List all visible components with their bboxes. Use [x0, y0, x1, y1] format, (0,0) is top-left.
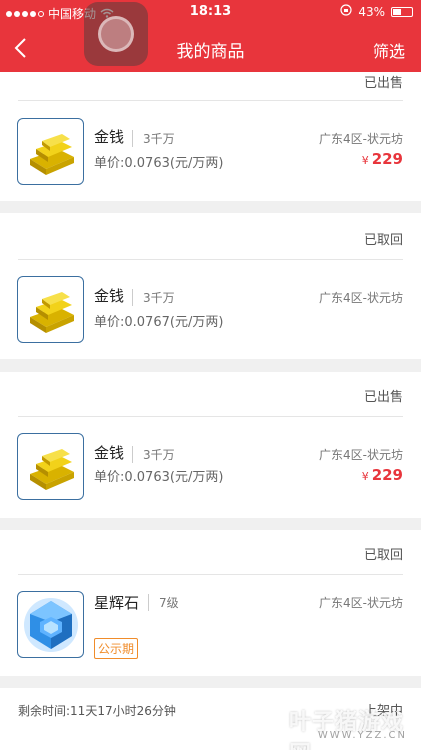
price: ¥229 — [362, 466, 403, 484]
currency-symbol: ¥ — [361, 470, 369, 483]
price-value: 229 — [371, 466, 403, 484]
server-label: 广东4区-状元坊 — [319, 448, 403, 462]
item-name: 金钱 — [94, 287, 125, 305]
watermark-text: 叶子猪游戏网 — [289, 710, 405, 750]
remaining-time: 剩余时间:11天17小时26分钟 — [18, 704, 176, 718]
server-label: 广东4区-状元坊 — [319, 132, 403, 146]
item-status: 已取回 — [363, 548, 403, 563]
divider — [18, 259, 403, 260]
battery-icon — [391, 6, 413, 17]
product-card[interactable]: 已出售 金钱 3千万 单价:0.0763(元/万两) 广东4区-状元坊 ¥229 — [0, 72, 421, 201]
star-gem-icon — [17, 591, 84, 658]
currency-symbol: ¥ — [361, 154, 369, 167]
product-card[interactable]: 已取回 金钱 3千万 单价:0.0767(元/万两) 广东4区-状元坊 — [0, 213, 421, 359]
item-status: 已出售 — [363, 76, 403, 91]
gold-ingot-icon — [17, 118, 84, 185]
gold-ingot-icon — [17, 433, 84, 500]
nav-bar: 我的商品 筛选 — [0, 24, 421, 72]
unit-price: 单价:0.0763(元/万两) — [94, 156, 224, 171]
divider — [18, 100, 403, 101]
product-card[interactable]: 已取回 星辉石 7级 广东4区-状元坊 公示期 — [0, 530, 421, 676]
unit-price: 单价:0.0763(元/万两) — [94, 470, 224, 485]
divider — [18, 416, 403, 417]
watermark-logo: 叶子猪游戏网 WWW.YZZ.CN — [289, 696, 417, 750]
unit-price: 单价:0.0767(元/万两) — [94, 315, 224, 330]
rotation-lock-icon — [340, 4, 352, 19]
item-status: 已出售 — [363, 390, 403, 405]
item-name: 星辉石 — [94, 594, 140, 612]
status-bar: 中国移动 18:13 43% — [0, 0, 421, 24]
gold-ingot-icon — [17, 276, 84, 343]
price-value: 229 — [371, 150, 403, 168]
product-card[interactable]: 已出售 金钱 3千万 单价:0.0763(元/万两) 广东4区-状元坊 ¥229 — [0, 372, 421, 518]
item-name: 金钱 — [94, 444, 125, 462]
filter-button[interactable]: 筛选 — [373, 38, 405, 62]
item-quantity: 3千万 — [132, 289, 175, 306]
item-name: 金钱 — [94, 128, 125, 146]
item-quantity: 7级 — [148, 594, 179, 611]
item-quantity: 3千万 — [132, 446, 175, 463]
server-label: 广东4区-状元坊 — [319, 291, 403, 305]
divider — [18, 574, 403, 575]
item-quantity: 3千万 — [132, 130, 175, 147]
price: ¥229 — [362, 150, 403, 168]
battery-percent: 43% — [358, 4, 385, 19]
item-status: 已取回 — [363, 233, 403, 248]
page-title: 我的商品 — [176, 42, 245, 62]
assistive-touch-button[interactable] — [84, 2, 148, 66]
server-label: 广东4区-状元坊 — [319, 596, 403, 610]
status-badge: 公示期 — [94, 638, 139, 659]
battery-group: 43% — [340, 4, 413, 19]
watermark-url: WWW.YZZ.CN — [317, 730, 407, 741]
